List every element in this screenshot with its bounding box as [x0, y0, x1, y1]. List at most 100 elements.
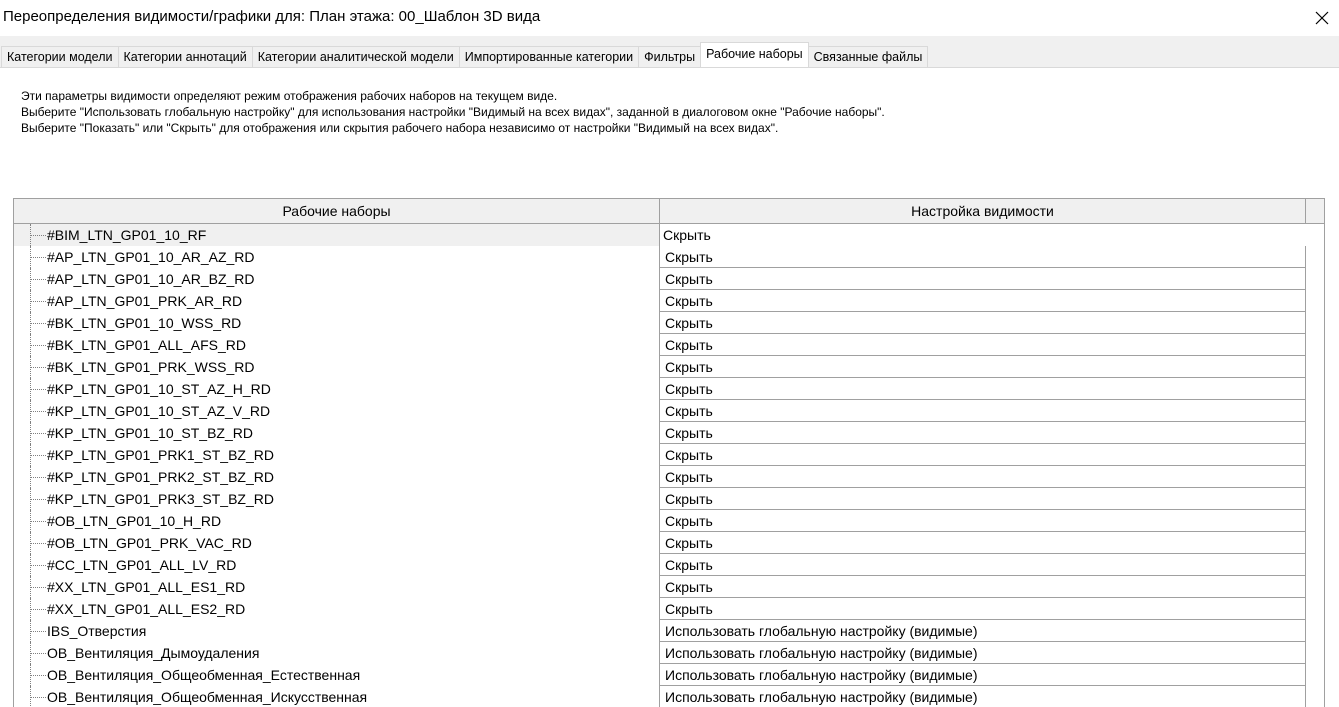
visibility-setting-cell[interactable]: Скрыть [660, 356, 1306, 378]
table-row[interactable]: #BK_LTN_GP01_ALL_AFS_RD Скрыть [14, 334, 1324, 356]
table-row[interactable]: #AP_LTN_GP01_10_AR_AZ_RD Скрыть [14, 246, 1324, 268]
workset-name: #KP_LTN_GP01_10_ST_AZ_V_RD [47, 403, 271, 419]
table-row[interactable]: #XX_LTN_GP01_ALL_ES1_RD Скрыть [14, 576, 1324, 598]
visibility-setting-value: Скрыть [665, 425, 713, 441]
table-row[interactable]: #KP_LTN_GP01_10_ST_BZ_RD Скрыть [14, 422, 1324, 444]
visibility-setting-cell[interactable]: Скрыть [660, 554, 1306, 576]
table-row[interactable]: OB_Вентиляция_Общеобменная_Естественная И… [14, 664, 1324, 686]
table-row[interactable]: #BK_LTN_GP01_PRK_WSS_RD Скрыть [14, 356, 1324, 378]
table-row[interactable]: #CC_LTN_GP01_ALL_LV_RD Скрыть [14, 554, 1324, 576]
workset-name-cell[interactable]: #XX_LTN_GP01_ALL_ES2_RD [14, 598, 660, 620]
table-row[interactable]: #KP_LTN_GP01_10_ST_AZ_H_RD Скрыть [14, 378, 1324, 400]
table-row[interactable]: OB_Вентиляция_Дымоудаления Использовать г… [14, 642, 1324, 664]
visibility-setting-cell[interactable]: Скрыть [660, 444, 1306, 466]
table-row[interactable]: #KP_LTN_GP01_PRK3_ST_BZ_RD Скрыть [14, 488, 1324, 510]
tab-5[interactable]: Рабочие наборы [700, 42, 809, 67]
visibility-setting-cell[interactable]: Скрыть [660, 268, 1306, 290]
table-row[interactable]: #BK_LTN_GP01_10_WSS_RD Скрыть [14, 312, 1324, 334]
workset-name-cell[interactable]: IBS_Отверстия [14, 620, 660, 642]
workset-name: #KP_LTN_GP01_10_ST_BZ_RD [47, 425, 253, 441]
tree-line [30, 422, 46, 444]
visibility-setting-cell[interactable]: Скрыть [660, 466, 1306, 488]
workset-name-cell[interactable]: #BK_LTN_GP01_ALL_AFS_RD [14, 334, 660, 356]
table-row[interactable]: #OB_LTN_GP01_PRK_VAC_RD Скрыть [14, 532, 1324, 554]
table-row[interactable]: #BIM_LTN_GP01_10_RF Скрыть [14, 224, 1324, 246]
table-row[interactable]: #XX_LTN_GP01_ALL_ES2_RD Скрыть [14, 598, 1324, 620]
visibility-setting-cell[interactable]: Скрыть [660, 598, 1306, 620]
visibility-setting-cell[interactable]: Скрыть [660, 488, 1306, 510]
visibility-setting-cell[interactable]: Использовать глобальную настройку (видим… [660, 664, 1306, 686]
column-header-worksets[interactable]: Рабочие наборы [14, 199, 660, 223]
workset-name-cell[interactable]: #KP_LTN_GP01_10_ST_AZ_V_RD [14, 400, 660, 422]
workset-name-cell[interactable]: OB_Вентиляция_Общеобменная_Естественная [14, 664, 660, 686]
tree-line [30, 664, 46, 686]
workset-name-cell[interactable]: #AP_LTN_GP01_10_AR_AZ_RD [14, 246, 660, 268]
visibility-setting-cell[interactable]: Использовать глобальную настройку (видим… [660, 620, 1306, 642]
table-row[interactable]: #OB_LTN_GP01_10_H_RD Скрыть [14, 510, 1324, 532]
table-row[interactable]: #AP_LTN_GP01_10_AR_BZ_RD Скрыть [14, 268, 1324, 290]
workset-name-cell[interactable]: #XX_LTN_GP01_ALL_ES1_RD [14, 576, 660, 598]
workset-name-cell[interactable]: #KP_LTN_GP01_PRK1_ST_BZ_RD [14, 444, 660, 466]
table-row[interactable]: #AP_LTN_GP01_PRK_AR_RD Скрыть [14, 290, 1324, 312]
workset-name-cell[interactable]: #KP_LTN_GP01_PRK2_ST_BZ_RD [14, 466, 660, 488]
visibility-setting-cell[interactable]: Скрыть [660, 422, 1306, 444]
close-button[interactable] [1311, 7, 1333, 29]
visibility-setting-cell[interactable]: Скрыть [660, 290, 1306, 312]
workset-name-cell[interactable]: #KP_LTN_GP01_PRK3_ST_BZ_RD [14, 488, 660, 510]
table-row[interactable]: #KP_LTN_GP01_PRK1_ST_BZ_RD Скрыть [14, 444, 1324, 466]
visibility-setting-value: Скрыть [665, 337, 713, 353]
visibility-setting-value: Использовать глобальную настройку (видим… [665, 645, 978, 661]
table-row[interactable]: #KP_LTN_GP01_10_ST_AZ_V_RD Скрыть [14, 400, 1324, 422]
workset-name-cell[interactable]: #BK_LTN_GP01_PRK_WSS_RD [14, 356, 660, 378]
visibility-setting-cell[interactable]: Скрыть [660, 576, 1306, 598]
tabs: Категории модели Категории аннотаций Катег… [1, 42, 929, 68]
tab-2[interactable]: Категории аналитической модели [251, 46, 460, 67]
title-bar: Переопределения видимости/графики для: П… [0, 0, 1339, 36]
workset-name-cell[interactable]: #KP_LTN_GP01_10_ST_AZ_H_RD [14, 378, 660, 400]
visibility-setting-cell[interactable]: Скрыть [660, 224, 1306, 246]
tab-1[interactable]: Категории аннотаций [117, 46, 253, 67]
workset-name-cell[interactable]: OB_Вентиляция_Дымоудаления [14, 642, 660, 664]
visibility-setting-cell[interactable]: Скрыть [660, 510, 1306, 532]
visibility-setting-cell[interactable]: Скрыть [660, 532, 1306, 554]
workset-name-cell[interactable]: #BIM_LTN_GP01_10_RF [14, 224, 660, 246]
tree-line [30, 290, 46, 312]
tree-line [30, 488, 46, 510]
visibility-setting-cell[interactable]: Скрыть [660, 246, 1306, 268]
tab-0[interactable]: Категории модели [1, 46, 119, 67]
workset-name: #AP_LTN_GP01_10_AR_AZ_RD [47, 249, 255, 265]
tree-line [30, 686, 46, 707]
workset-name-cell[interactable]: #AP_LTN_GP01_10_AR_BZ_RD [14, 268, 660, 290]
workset-name-cell[interactable]: OB_Вентиляция_Общеобменная_Искусственная [14, 686, 660, 707]
visibility-setting-value: Скрыть [665, 249, 713, 265]
tab-6[interactable]: Связанные файлы [807, 46, 929, 67]
visibility-setting-cell[interactable]: Скрыть [660, 378, 1306, 400]
visibility-setting-value: Скрыть [665, 557, 713, 573]
column-header-visibility[interactable]: Настройка видимости [660, 199, 1306, 223]
visibility-setting-value: Скрыть [665, 381, 713, 397]
workset-name-cell[interactable]: #OB_LTN_GP01_PRK_VAC_RD [14, 532, 660, 554]
workset-name-cell[interactable]: #BK_LTN_GP01_10_WSS_RD [14, 312, 660, 334]
tree-line [30, 554, 46, 576]
workset-name-cell[interactable]: #OB_LTN_GP01_10_H_RD [14, 510, 660, 532]
grid-header: Рабочие наборы Настройка видимости [14, 199, 1324, 224]
visibility-setting-value: Скрыть [665, 359, 713, 375]
tree-line [30, 444, 46, 466]
table-row[interactable]: #KP_LTN_GP01_PRK2_ST_BZ_RD Скрыть [14, 466, 1324, 488]
workset-name-cell[interactable]: #CC_LTN_GP01_ALL_LV_RD [14, 554, 660, 576]
visibility-setting-value: Скрыть [665, 293, 713, 309]
table-row[interactable]: IBS_Отверстия Использовать глобальную нас… [14, 620, 1324, 642]
visibility-setting-value: Скрыть [665, 601, 713, 617]
workset-name-cell[interactable]: #AP_LTN_GP01_PRK_AR_RD [14, 290, 660, 312]
tab-4[interactable]: Фильтры [638, 46, 702, 67]
visibility-setting-cell[interactable]: Использовать глобальную настройку (видим… [660, 686, 1306, 707]
visibility-setting-cell[interactable]: Скрыть [660, 400, 1306, 422]
visibility-setting-cell[interactable]: Скрыть [660, 312, 1306, 334]
tree-line [30, 400, 46, 422]
visibility-setting-cell[interactable]: Использовать глобальную настройку (видим… [660, 642, 1306, 664]
tab-3[interactable]: Импортированные категории [458, 46, 640, 67]
workset-name-cell[interactable]: #KP_LTN_GP01_10_ST_BZ_RD [14, 422, 660, 444]
visibility-setting-cell[interactable]: Скрыть [660, 334, 1306, 356]
workset-name: #BK_LTN_GP01_ALL_AFS_RD [47, 337, 246, 353]
table-row[interactable]: OB_Вентиляция_Общеобменная_Искусственная… [14, 686, 1324, 707]
